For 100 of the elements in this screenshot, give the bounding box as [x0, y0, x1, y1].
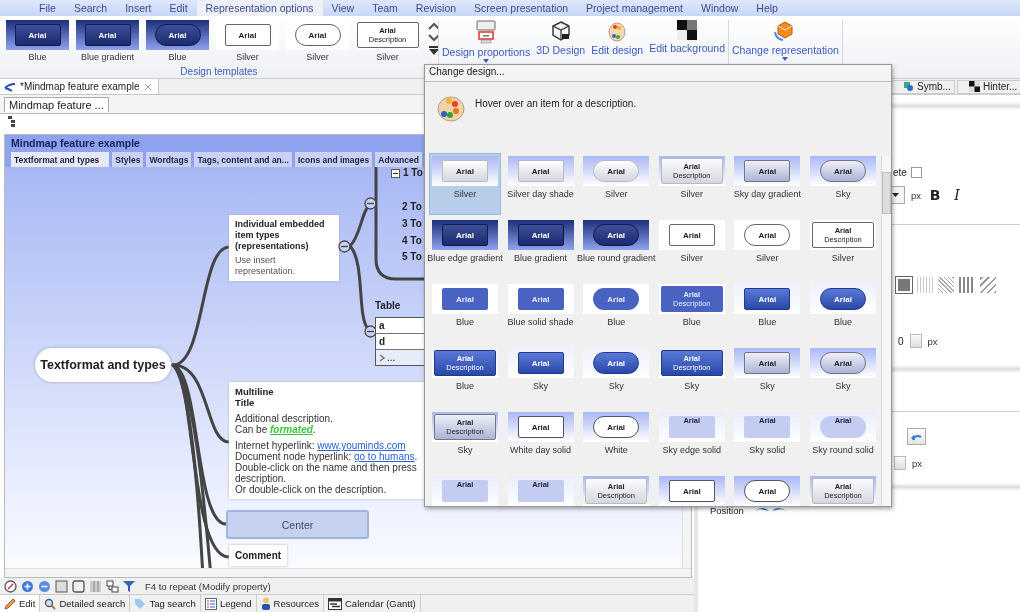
map-title: Mindmap feature example	[11, 137, 141, 149]
template-option[interactable]: Arial Blue	[6, 20, 69, 62]
template-option[interactable]: Arial Silver	[216, 20, 279, 62]
outline-icon[interactable]	[8, 116, 16, 128]
design-option[interactable]: Arial Blue	[581, 282, 652, 342]
undo-icon	[910, 432, 923, 441]
topic-item[interactable]: 4 To	[402, 235, 422, 246]
design-option[interactable]: Arial Sky day gradient	[732, 154, 803, 214]
map-tab[interactable]: Styles	[112, 152, 144, 167]
bottom-tab[interactable]: Tag search	[130, 595, 201, 612]
design-option[interactable]: Arial Silver day shade	[505, 154, 576, 214]
design-option[interactable]: Arial Blue	[807, 282, 878, 342]
hierarchy-icon[interactable]	[106, 579, 119, 593]
sample-title: Arial	[456, 230, 474, 240]
topic-node[interactable]: Center	[226, 510, 369, 539]
bottom-tab[interactable]: Resources	[256, 595, 324, 612]
design-option[interactable]: Arial Silver	[656, 218, 727, 278]
topic-node[interactable]: Individual embedded item types (representations) Use insert representation.	[229, 215, 339, 281]
map-tab[interactable]: Wordtags	[146, 152, 192, 167]
design-option[interactable]: Arial Blue gradient	[505, 218, 576, 278]
filter-icon[interactable]	[123, 579, 135, 593]
menu-item[interactable]: Insert	[116, 0, 161, 16]
scroll-down-icon[interactable]	[428, 34, 438, 42]
panel-tab[interactable]: Symb...	[891, 79, 955, 94]
topic-item[interactable]: 1 To	[403, 167, 423, 178]
checkbox[interactable]	[910, 167, 922, 178]
menu-item[interactable]: Window	[692, 0, 748, 16]
zoom-out-icon[interactable]	[38, 579, 51, 593]
bottom-tab[interactable]: Edit	[0, 595, 41, 612]
hyperlink[interactable]: www.youminds.com	[317, 440, 406, 451]
sample-title: Arial	[531, 230, 550, 240]
collapse-icon[interactable]	[338, 240, 351, 253]
square-icon[interactable]	[55, 579, 68, 593]
unit-label: px	[911, 189, 922, 201]
design-option[interactable]: Arial White day solid	[505, 410, 576, 470]
collapse-icon[interactable]	[391, 169, 400, 178]
design-option[interactable]: Arial Sky	[807, 154, 878, 214]
topic-node[interactable]: Comment	[229, 545, 288, 566]
italic-button[interactable]: I	[949, 187, 966, 203]
menu-item[interactable]: File	[30, 0, 65, 16]
topic-item[interactable]: 3 To	[402, 218, 422, 229]
panel-tab[interactable]: Hinter...	[956, 79, 1020, 94]
undo-button[interactable]	[907, 428, 926, 445]
topic-item[interactable]: 2 To	[402, 201, 422, 212]
circle-slash-icon[interactable]	[4, 579, 17, 593]
design-option[interactable]: Arial Sky	[807, 346, 878, 406]
root-node[interactable]: Textformat and types	[35, 348, 171, 382]
fill-pattern-option[interactable]	[980, 277, 996, 293]
hyperlink[interactable]: go to humans	[353, 451, 415, 462]
menu-item[interactable]: Project management	[577, 0, 692, 16]
sample-title: Arial	[607, 166, 626, 176]
map-tab[interactable]: Advanced	[375, 152, 422, 167]
design-option[interactable]: Arial Blue solid shade	[505, 282, 576, 342]
menu-item[interactable]: Search	[64, 0, 117, 16]
bold-button[interactable]: B	[927, 187, 944, 203]
menu-item[interactable]: Team	[363, 0, 407, 16]
collapse-icon[interactable]	[364, 197, 377, 210]
view-tab[interactable]: Mindmap feature ...	[4, 97, 109, 112]
design-option[interactable]: Arial Silver	[581, 154, 652, 214]
design-option[interactable]: Arial Silver	[430, 154, 500, 214]
template-option[interactable]: Arial Silver	[286, 20, 349, 62]
design-option[interactable]: Arial	[656, 474, 727, 506]
design-option[interactable]: Arial White	[581, 410, 652, 470]
sample-title: Arial	[834, 358, 852, 368]
menu-item[interactable]: Representation options	[196, 0, 323, 16]
menu-item[interactable]: Screen presentation	[465, 0, 578, 16]
spinner-value: 0	[898, 335, 904, 347]
template-option[interactable]: Arial Blue gradient	[76, 20, 139, 62]
hint-text: Hover over an item for a description.	[475, 98, 637, 109]
design-option[interactable]: Arial	[732, 474, 803, 506]
mindmap-icon	[4, 81, 16, 92]
fill-pattern-option[interactable]	[959, 277, 975, 293]
node-title: Title	[235, 397, 256, 408]
map-tab[interactable]: Textformat and types	[11, 152, 110, 167]
design-option[interactable]: Arial Sky	[505, 346, 576, 406]
square-icon[interactable]	[72, 579, 85, 593]
bottom-tab[interactable]: Legend	[200, 595, 257, 612]
document-tab[interactable]: *Mindmap feature example	[0, 79, 159, 94]
checkbox-label: ete	[893, 167, 907, 178]
menu-item[interactable]: View	[322, 0, 364, 16]
scroll-up-icon[interactable]	[428, 22, 438, 30]
design-option[interactable]: Arial Silver	[732, 218, 803, 278]
map-tab[interactable]: Tags, content and an...	[194, 152, 292, 167]
menu-item[interactable]: Help	[747, 0, 787, 16]
sample-title: Arial	[607, 358, 626, 368]
more-icon[interactable]	[428, 46, 438, 55]
sample-title: Arial	[531, 422, 550, 432]
template-option[interactable]: Arial Blue	[146, 20, 209, 62]
design-option[interactable]: Arial Sky	[581, 346, 652, 406]
bottom-tab[interactable]: Calendar (Gantt)	[324, 595, 421, 612]
menu-item[interactable]: Revision	[406, 0, 466, 16]
close-icon[interactable]	[143, 82, 152, 91]
bottom-tab[interactable]: Detailed search	[40, 595, 131, 612]
table-title: Table	[375, 300, 401, 311]
map-tab[interactable]: Icons and images	[294, 152, 373, 167]
design-option[interactable]: Arial Sky	[732, 346, 803, 406]
topic-item[interactable]: 5 To	[402, 251, 422, 262]
design-option[interactable]: Arial Blue	[732, 282, 803, 342]
menu-item[interactable]: Edit	[160, 0, 197, 16]
zoom-in-icon[interactable]	[21, 579, 34, 593]
